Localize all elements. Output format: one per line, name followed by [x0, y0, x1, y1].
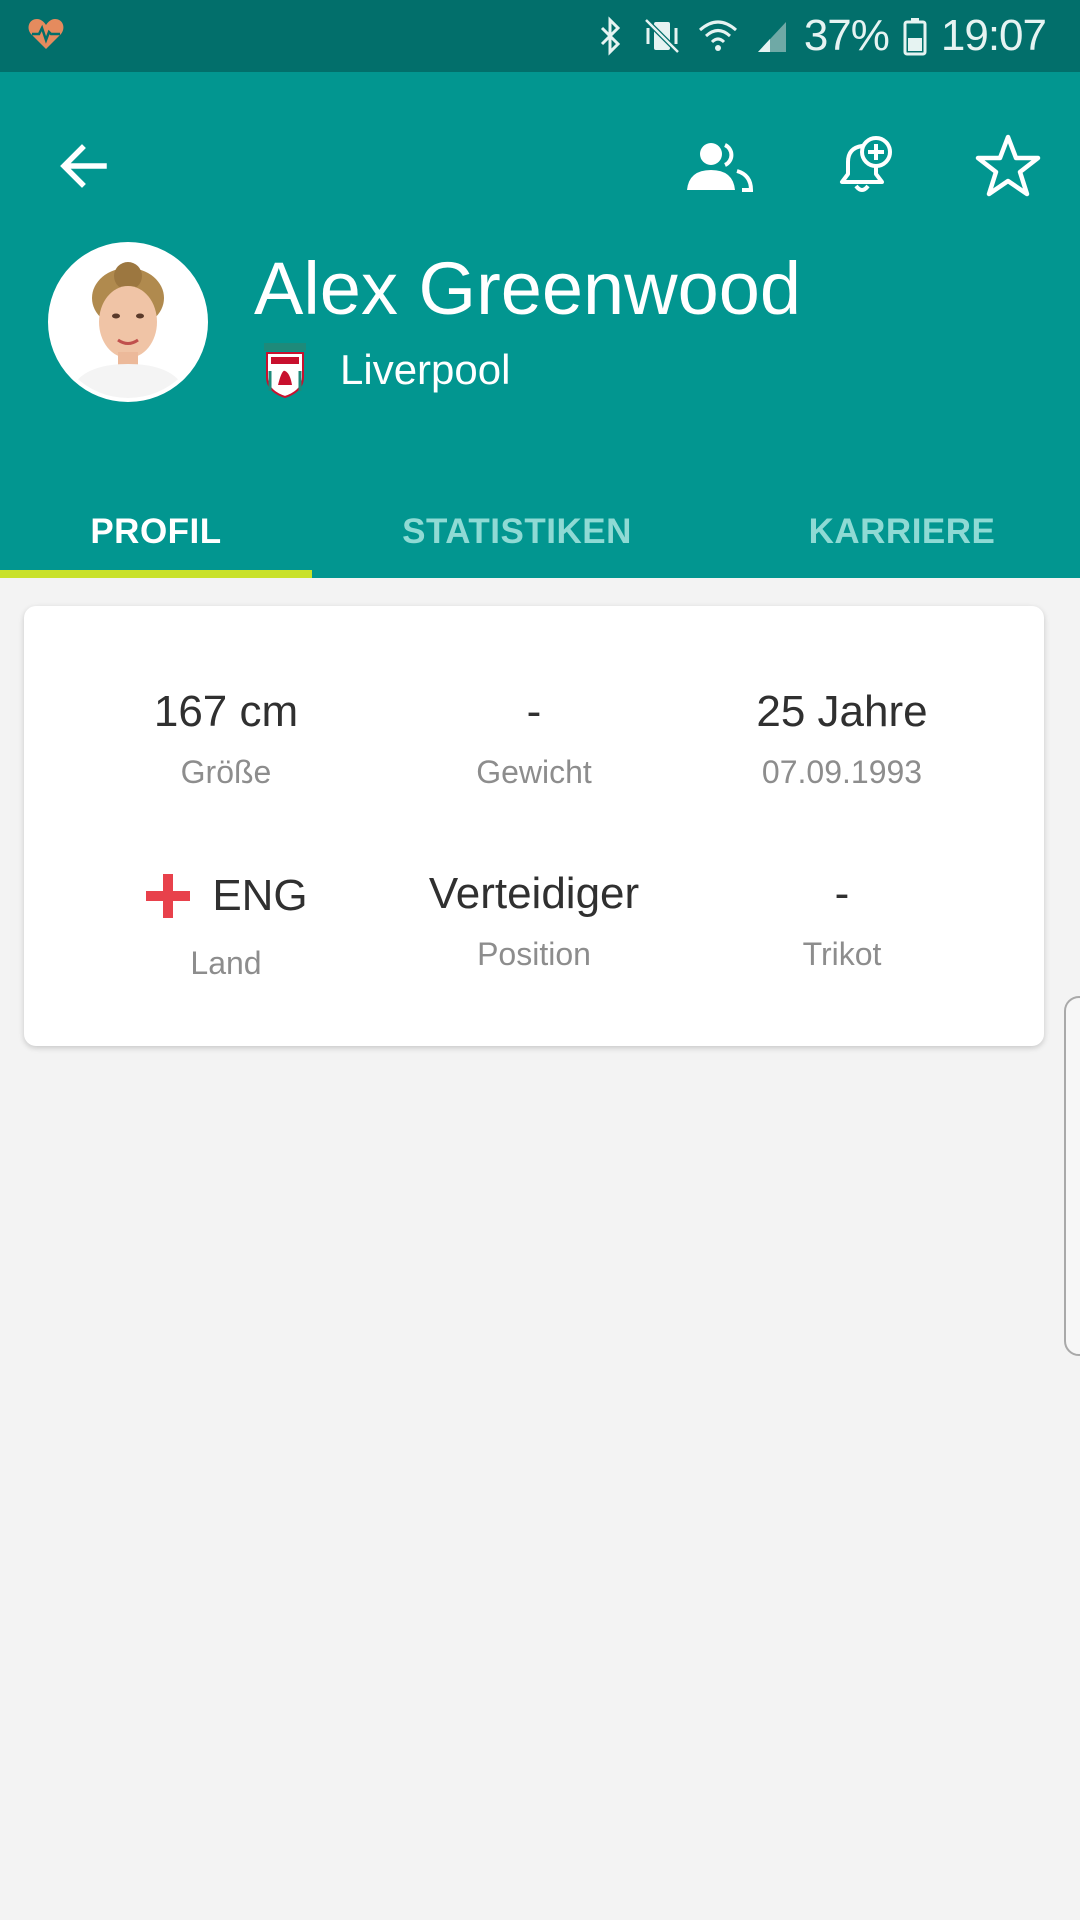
health-heart-icon	[28, 19, 64, 49]
country-cell: ENG Land	[66, 872, 386, 979]
club-link[interactable]: Liverpool	[262, 340, 510, 400]
vibrate-mute-icon	[644, 18, 680, 54]
tab-statistiken[interactable]: STATISTIKEN	[356, 512, 678, 578]
birthdate-label: 07.09.1993	[761, 754, 923, 790]
status-bar: 37% 19:07	[0, 0, 1080, 72]
people-icon	[687, 143, 754, 192]
jersey-value: -	[834, 869, 850, 918]
weight-cell: - Gewicht	[374, 687, 694, 790]
weight-label: Gewicht	[476, 754, 592, 790]
tab-karriere[interactable]: KARRIERE	[780, 512, 1024, 578]
age-value: 25 Jahre	[756, 687, 928, 736]
jersey-cell: - Trikot	[682, 869, 1002, 972]
arrow-back-icon	[60, 144, 107, 188]
position-cell: Verteidiger Position	[374, 869, 694, 972]
wifi-icon	[698, 20, 737, 51]
star-outline-icon	[975, 134, 1041, 197]
active-tab-indicator	[0, 570, 312, 578]
england-flag-icon	[146, 874, 191, 918]
jersey-label: Trikot	[802, 936, 882, 972]
bell-plus-icon	[840, 136, 892, 192]
player-photo	[52, 246, 204, 398]
height-cell: 167 cm Größe	[66, 687, 386, 790]
age-cell: 25 Jahre 07.09.1993	[682, 687, 1002, 790]
battery-icon	[903, 18, 927, 56]
position-value: Verteidiger	[428, 869, 640, 918]
height-value: 167 cm	[153, 687, 299, 736]
favorite-button[interactable]	[960, 118, 1056, 214]
weight-value: -	[526, 687, 542, 736]
signal-icon	[757, 22, 786, 52]
country-value-row: ENG	[144, 871, 308, 920]
liverpool-crest-icon	[264, 343, 306, 399]
player-name: Alex Greenwood	[254, 247, 802, 330]
edge-panel-handle[interactable]	[1064, 996, 1080, 1356]
player-header: Alex Greenwood Liverpool PROFIL STATISTI…	[0, 72, 1080, 578]
add-alert-button[interactable]	[816, 118, 912, 214]
squad-button[interactable]	[672, 118, 768, 214]
profile-info-card: 167 cm Größe - Gewicht 25 Jahre 07.09.19…	[24, 606, 1044, 1046]
country-label: Land	[190, 945, 262, 981]
tab-profil[interactable]: PROFIL	[0, 512, 312, 578]
club-name: Liverpool	[340, 346, 511, 393]
tab-bar: PROFIL STATISTIKEN KARRIERE	[0, 512, 1080, 578]
bluetooth-icon	[600, 16, 620, 56]
battery-percentage: 37%	[803, 11, 890, 60]
position-label: Position	[477, 936, 591, 972]
height-label: Größe	[180, 754, 272, 790]
player-avatar	[48, 242, 208, 402]
clock: 19:07	[940, 11, 1047, 60]
back-button[interactable]	[36, 118, 132, 214]
country-value: ENG	[212, 871, 308, 920]
